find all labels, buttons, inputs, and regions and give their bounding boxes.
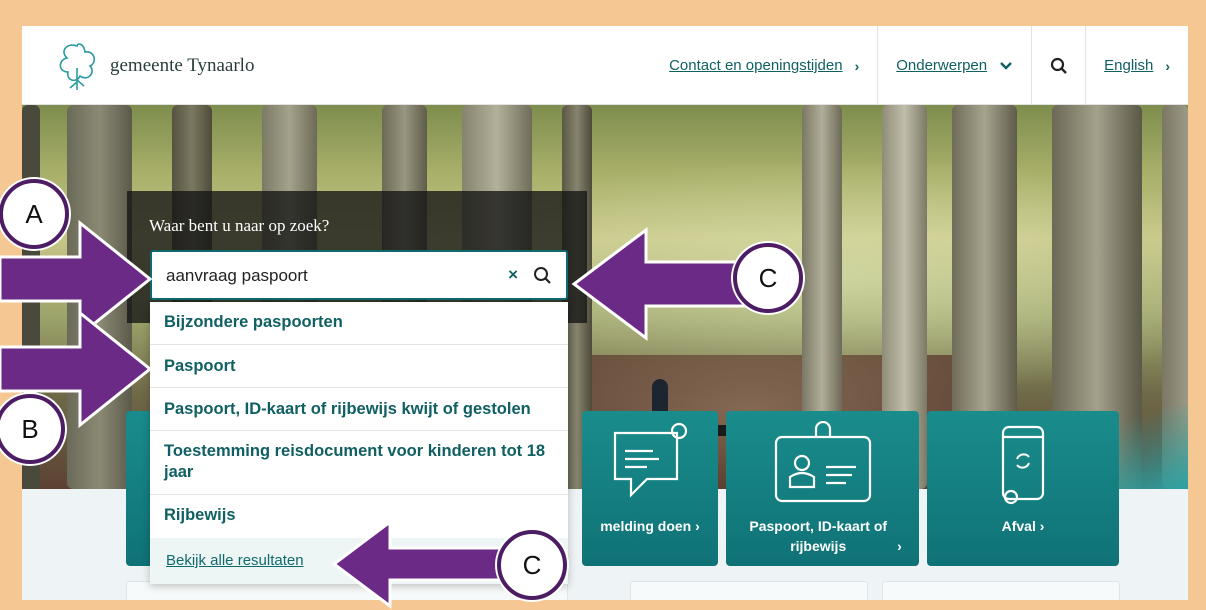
chevron-down-icon [1000,61,1012,70]
nav-english-label: English [1104,57,1154,74]
search-icon [1050,57,1067,74]
chat-bubble-icon [613,422,688,498]
tile-paspoort[interactable]: Paspoort, ID-kaart of rijbewijs › [726,411,919,566]
search-input-value[interactable]: aanvraag paspoort [166,266,308,286]
chevron-right-icon: › [897,538,902,554]
nav-topics-dropdown[interactable]: Onderwerpen [877,26,1031,105]
chevron-right-icon: › [695,518,700,534]
clear-icon[interactable]: × [508,265,518,285]
site-header: gemeente Tynaarlo Contact en openingstij… [22,26,1188,105]
suggestion-item[interactable]: Paspoort, ID-kaart of rijbewijs kwijt of… [150,388,568,431]
annotation-badge-c1: C [733,243,803,313]
logo-icon[interactable] [52,38,102,94]
nav-english-link[interactable]: English › [1085,26,1188,105]
search-input[interactable]: aanvraag paspoort × [150,250,568,300]
tile-label: Paspoort, ID-kaart of rijbewijs [749,518,888,554]
tile-label: melding doen [600,518,692,534]
annotation-arrow-c1 [571,227,746,341]
annotation-badge-a: A [0,179,69,249]
search-heading: Waar bent u naar op zoek? [149,216,330,235]
site-name[interactable]: gemeente Tynaarlo [110,55,254,77]
nav-contact-link[interactable]: Contact en openingstijden › [651,26,877,105]
main-nav: Contact en openingstijden › Onderwerpen … [651,26,1188,105]
content-card[interactable] [882,581,1120,600]
header-search-button[interactable] [1031,26,1085,105]
annotation-arrow-c2 [331,519,508,609]
search-icon[interactable] [530,263,556,289]
suggestion-item[interactable]: Paspoort [150,345,568,388]
suggestion-item[interactable]: Toestemming reisdocument voor kinderen t… [150,431,568,495]
recycle-bin-icon [1001,425,1045,505]
nav-topics-label: Onderwerpen [896,57,988,74]
content-card[interactable] [630,581,868,600]
suggestion-item[interactable]: Bijzondere paspoorten [150,302,568,345]
tile-label: Afval [1001,518,1036,534]
tile-melding-doen[interactable]: melding doen › [582,411,718,566]
id-card-icon [774,421,871,503]
chevron-right-icon: › [854,57,860,74]
chevron-right-icon: › [1165,57,1170,74]
chevron-right-icon: › [1039,518,1045,534]
annotation-badge-c2: C [497,530,567,600]
tile-afval[interactable]: Afval › [927,411,1119,566]
nav-contact-label: Contact en openingstijden [669,57,843,74]
